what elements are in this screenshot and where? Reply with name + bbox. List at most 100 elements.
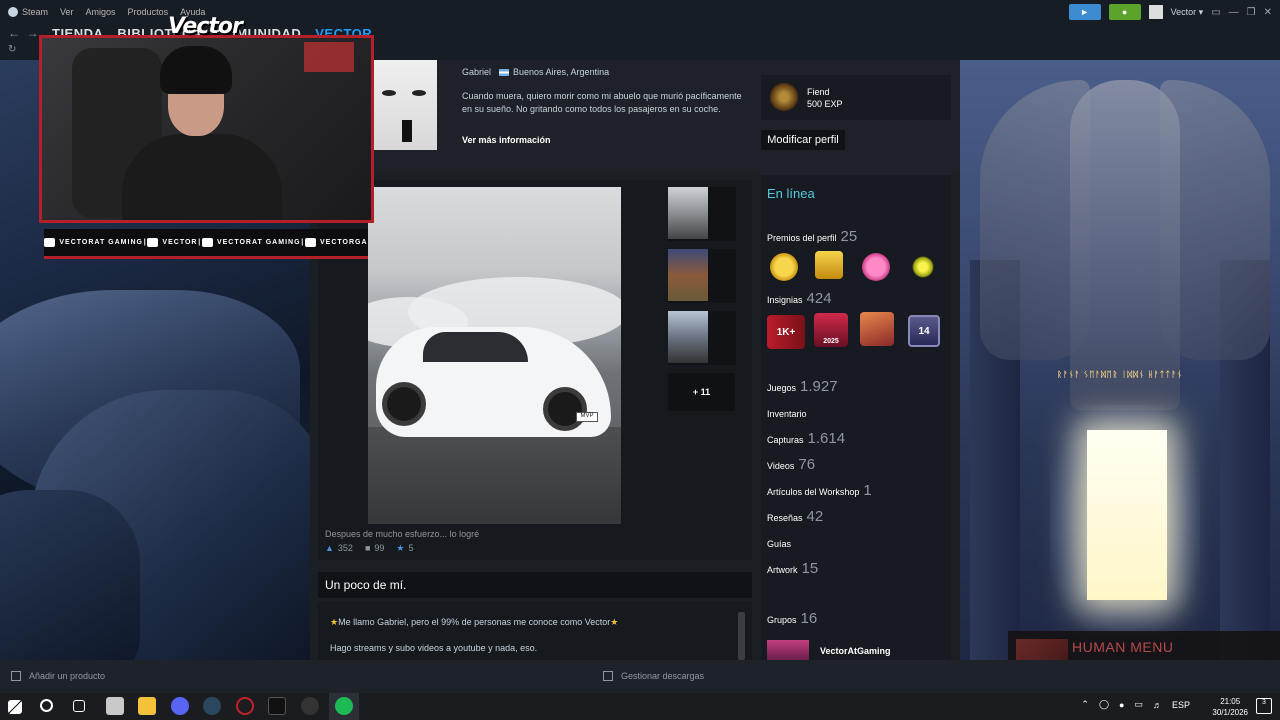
main-screenshot[interactable]: MVP bbox=[368, 187, 621, 524]
profile-level-box[interactable]: Fiend 500 EXP bbox=[761, 75, 951, 120]
task-view-icon[interactable] bbox=[73, 700, 85, 712]
social-youtube: VECTORAT GAMING bbox=[44, 238, 143, 247]
profile-real-name: Gabriel bbox=[462, 67, 492, 77]
big-picture-icon[interactable]: ▭ bbox=[1211, 7, 1220, 18]
manage-downloads-button[interactable]: Gestionar descargas bbox=[603, 671, 704, 681]
likes-stat[interactable]: ▲ 352 bbox=[325, 543, 353, 554]
obs-icon[interactable] bbox=[301, 697, 319, 715]
profile-avatar[interactable] bbox=[372, 60, 437, 150]
steam-icon[interactable] bbox=[203, 697, 221, 715]
youtube-icon bbox=[44, 238, 56, 247]
add-product-button[interactable]: Añadir un producto bbox=[11, 671, 105, 681]
socials-bar: VECTORAT GAMING | VECTOR | VECTORAT GAMI… bbox=[44, 229, 368, 259]
award-icon: ★ bbox=[396, 543, 405, 553]
speaker-icon[interactable]: ♬ bbox=[1153, 700, 1162, 710]
restore-icon[interactable]: ❐ bbox=[1247, 7, 1256, 18]
forward-arrow-icon[interactable]: → bbox=[27, 26, 39, 40]
profile-name-row: Gabriel Buenos Aires, Argentina bbox=[462, 67, 609, 77]
comments-count: 99 bbox=[374, 543, 385, 553]
human-menu-title: HUMAN MENU bbox=[1072, 639, 1174, 655]
tray-app-icon[interactable]: ◯ bbox=[1099, 699, 1109, 710]
close-icon[interactable]: ✕ bbox=[1264, 7, 1272, 18]
games-count: 1.927 bbox=[800, 378, 838, 395]
thumbnail-3[interactable] bbox=[668, 311, 736, 365]
event-badge-icon[interactable] bbox=[860, 312, 894, 346]
groups-link[interactable]: Grupos 16 bbox=[767, 610, 817, 627]
about-line-1-text: Me llamo Gabriel, pero el 99% de persona… bbox=[338, 617, 611, 627]
app-icon[interactable] bbox=[268, 697, 286, 715]
years-badge-icon[interactable]: 14 bbox=[908, 315, 940, 347]
heart-award-icon[interactable] bbox=[862, 253, 890, 281]
thumbnail-2[interactable] bbox=[668, 249, 736, 303]
edit-profile-button[interactable]: Modificar perfil bbox=[761, 130, 845, 150]
steam-menu[interactable]: Steam bbox=[8, 7, 48, 17]
user-menu[interactable]: Vector ▾ bbox=[1171, 7, 1204, 18]
glowing-door bbox=[1087, 430, 1167, 600]
groups-count: 16 bbox=[800, 610, 818, 627]
thumbnail-1[interactable] bbox=[668, 187, 736, 241]
reload-icon[interactable]: ↻ bbox=[8, 44, 16, 55]
gift-award-icon[interactable] bbox=[815, 251, 843, 279]
about-scrollbar[interactable] bbox=[738, 612, 745, 660]
sparkle-award-icon[interactable] bbox=[912, 256, 934, 278]
username-label: Vector bbox=[1170, 6, 1197, 17]
steam-2025-badge-icon[interactable]: 2025 bbox=[814, 313, 848, 347]
search-icon[interactable] bbox=[40, 699, 53, 712]
videos-label: Videos bbox=[767, 461, 795, 471]
microphone-icon[interactable]: ● bbox=[1119, 700, 1124, 710]
social-twitch-label: VECTOR bbox=[162, 239, 198, 246]
workshop-link[interactable]: Artículos del Workshop 1 bbox=[767, 482, 872, 499]
likes-count: 352 bbox=[337, 543, 353, 553]
group-name[interactable]: VectorAtGaming bbox=[820, 646, 891, 656]
more-info-link[interactable]: Ver más información bbox=[462, 135, 551, 145]
screenshot-caption: Despues de mucho esfuerzo... lo logré bbox=[325, 529, 480, 539]
explorer-window-icon[interactable] bbox=[106, 697, 124, 715]
avatar-eye bbox=[412, 90, 426, 96]
car-wheel bbox=[382, 382, 426, 426]
menu-productos[interactable]: Productos bbox=[128, 7, 169, 17]
social-youtube-label: VECTORAT GAMING bbox=[59, 239, 143, 246]
chevron-up-icon[interactable]: ⌃ bbox=[1081, 699, 1089, 710]
screenshots-label: Capturas bbox=[767, 435, 804, 445]
reviews-link[interactable]: Reseñas 42 bbox=[767, 508, 823, 525]
instagram-icon bbox=[304, 238, 316, 247]
badges-link[interactable]: Insignias 424 bbox=[767, 290, 832, 307]
group-avatar[interactable] bbox=[767, 640, 809, 660]
notification-center-button[interactable]: 3 bbox=[1256, 698, 1272, 714]
steam-menu-label: Steam bbox=[22, 7, 49, 17]
monitor-icon[interactable]: ▭ bbox=[1134, 699, 1143, 710]
windows-start-icon[interactable] bbox=[8, 700, 22, 714]
user-avatar[interactable] bbox=[1148, 5, 1163, 19]
menu-amigos[interactable]: Amigos bbox=[86, 7, 116, 17]
comments-stat[interactable]: ■ 99 bbox=[365, 543, 384, 554]
minimize-icon[interactable]: — bbox=[1229, 7, 1239, 18]
spotify-icon[interactable] bbox=[335, 697, 353, 715]
language-indicator[interactable]: ESP bbox=[1172, 700, 1190, 710]
statue-figure bbox=[1070, 80, 1180, 410]
screenshots-count: 1.614 bbox=[807, 430, 846, 447]
social-instagram-label: VECTORGA bbox=[319, 239, 368, 246]
videos-link[interactable]: Videos 76 bbox=[767, 456, 815, 473]
announcements-button[interactable]: ► bbox=[1068, 4, 1101, 20]
1k-badge-icon[interactable]: 1K+ bbox=[767, 315, 805, 349]
more-screenshots-button[interactable]: + 11 bbox=[668, 373, 735, 411]
folder-icon[interactable] bbox=[138, 697, 156, 715]
artwork-link[interactable]: Artwork 15 bbox=[767, 560, 818, 577]
clock[interactable]: 21:05 30/1/2026 bbox=[1212, 696, 1248, 718]
menu-right-controls: ► ● Vector ▾ ▭ — ❐ ✕ bbox=[1068, 4, 1272, 20]
thumbnail-image bbox=[668, 311, 708, 363]
opera-icon[interactable] bbox=[236, 697, 254, 715]
notifications-button[interactable]: ● bbox=[1108, 4, 1141, 20]
awards-stat[interactable]: ★ 5 bbox=[396, 543, 413, 554]
menu-ver[interactable]: Ver bbox=[60, 7, 74, 17]
badges-label: Insignias bbox=[767, 295, 803, 305]
profile-awards-link[interactable]: Premios del perfil 25 bbox=[767, 228, 857, 245]
inventory-link[interactable]: Inventario bbox=[767, 409, 807, 419]
games-link[interactable]: Juegos 1.927 bbox=[767, 378, 838, 395]
screenshots-link[interactable]: Capturas 1.614 bbox=[767, 430, 845, 447]
smiley-award-icon[interactable] bbox=[770, 253, 798, 281]
back-arrow-icon[interactable]: ← bbox=[8, 26, 20, 40]
discord-icon[interactable] bbox=[171, 697, 189, 715]
guides-link[interactable]: Guías bbox=[767, 539, 791, 549]
about-body: ★Me llamo Gabriel, pero el 99% de person… bbox=[318, 602, 752, 660]
